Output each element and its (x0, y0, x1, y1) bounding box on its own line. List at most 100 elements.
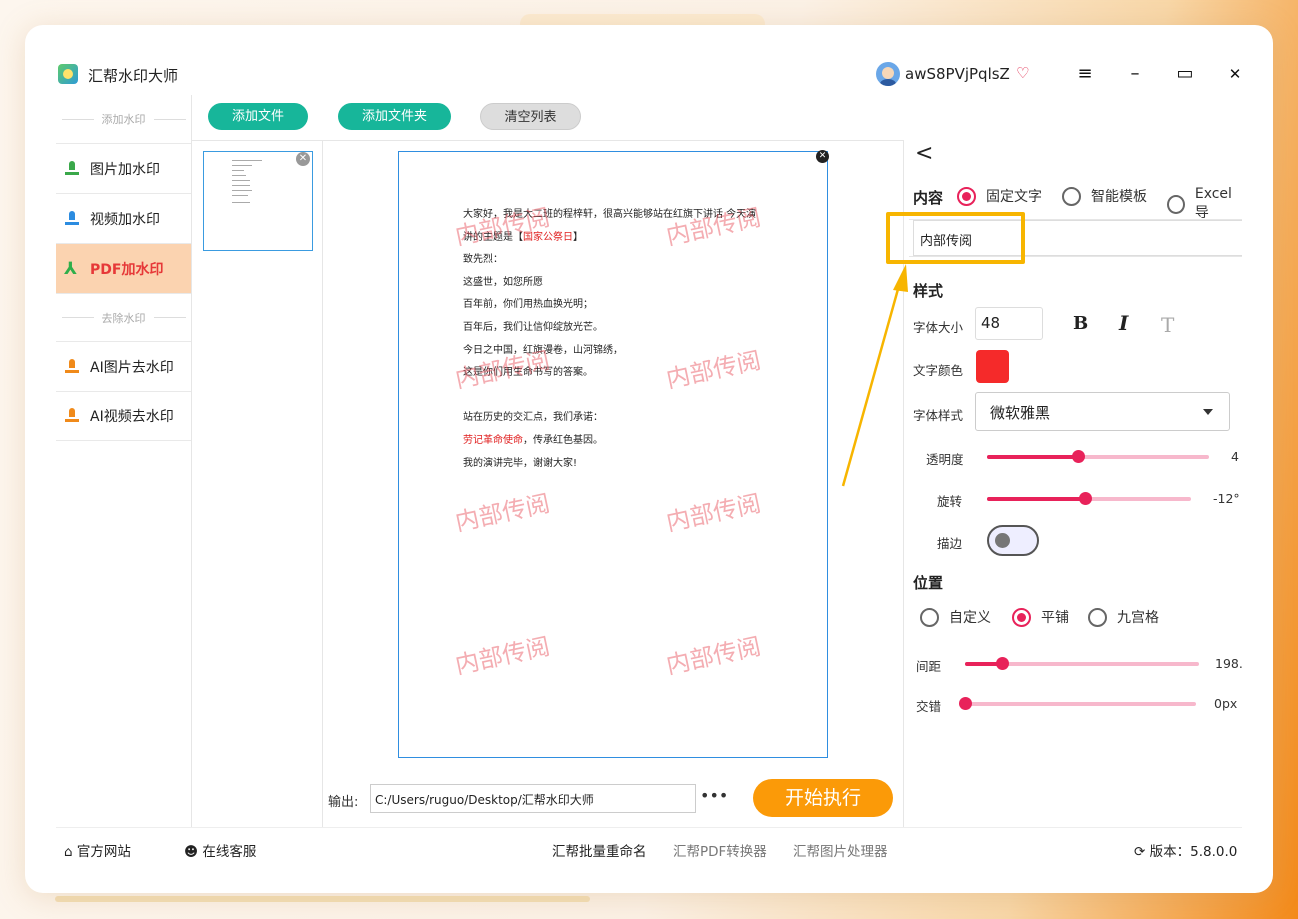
maximize-button[interactable]: ▭ (1170, 60, 1200, 88)
radio-circle-icon (1167, 194, 1185, 214)
watermark-text: 内部传阅 (452, 489, 553, 537)
radio-circle-icon (1088, 607, 1107, 627)
sidebar-item-label: AI图片去水印 (90, 359, 174, 376)
refresh-icon: ⟳ (1134, 844, 1146, 860)
close-preview-icon[interactable]: ✕ (816, 150, 829, 163)
offset-value: 0px (1214, 696, 1238, 711)
rotation-slider[interactable] (987, 492, 1191, 505)
slider-fill (987, 455, 1079, 459)
sidebar-item-image-watermark[interactable]: 图片加水印 (56, 143, 191, 193)
browse-more-icon[interactable]: ••• (700, 786, 728, 806)
output-path-field[interactable]: C:/Users/ruguo/Desktop/汇帮水印大师 (370, 784, 696, 813)
title-bar: 汇帮水印大师 awS8PVjPqlsZ ♡ ≡ – ▭ ✕ (56, 55, 1242, 95)
slider-fill (987, 497, 1085, 501)
image-watermark-icon (64, 160, 80, 178)
radio-label: 九宫格 (1117, 610, 1159, 626)
italic-button[interactable]: I (1119, 311, 1128, 335)
slider-knob[interactable] (1072, 450, 1086, 463)
radio-label: 自定义 (949, 610, 991, 626)
pdf-converter-link[interactable]: 汇帮PDF转换器 (673, 840, 767, 860)
document-line: 百年前，你们用热血换光明； (463, 294, 756, 317)
remove-file-icon[interactable]: ✕ (296, 152, 310, 166)
offset-label: 交错 (916, 699, 942, 714)
spacing-slider[interactable] (965, 657, 1199, 670)
sidebar-item-pdf-watermark[interactable]: ⅄ PDF加水印 (56, 243, 191, 293)
menu-icon[interactable]: ≡ (1070, 60, 1100, 88)
support-link[interactable]: ☻ 在线客服 (184, 840, 256, 860)
close-button[interactable]: ✕ (1220, 60, 1242, 88)
section-add-watermark: 添加水印 (56, 95, 191, 143)
document-line-text: 劳记革命使命 (463, 434, 523, 446)
version-info[interactable]: ⟳ 版本：5.8.0.0 (1134, 840, 1237, 860)
radio-custom[interactable]: 自定义 (920, 607, 991, 627)
slider-knob[interactable] (996, 657, 1010, 670)
radio-label: 固定文字 (986, 189, 1042, 205)
list-divider (322, 140, 323, 827)
start-button[interactable]: 开始执行 (753, 779, 893, 817)
app-logo-icon (58, 64, 78, 84)
document-line-text: 致先烈： (463, 254, 503, 266)
back-chevron-icon[interactable]: < (915, 143, 933, 165)
position-label: 位置 (913, 574, 944, 592)
radio-excel[interactable]: Excel导 (1167, 186, 1242, 222)
document-line-text: 我的演讲完毕，谢谢大家! (463, 457, 578, 469)
add-file-button[interactable]: 添加文件 (208, 103, 308, 130)
text-color-swatch[interactable] (976, 350, 1009, 383)
stroke-toggle[interactable] (987, 525, 1039, 556)
spacing-label: 间距 (916, 659, 942, 674)
website-link[interactable]: ⌂ 官方网站 (64, 840, 131, 860)
sidebar-item-label: 图片加水印 (90, 161, 160, 178)
spacing-value: 198. (1215, 656, 1242, 671)
bold-button[interactable]: B (1073, 313, 1088, 334)
add-folder-button[interactable]: 添加文件夹 (338, 103, 451, 130)
clear-list-button[interactable]: 清空列表 (480, 103, 581, 130)
radio-fixed-text[interactable]: 固定文字 (957, 186, 1042, 206)
document-line-text: 百年后，我们让信仰绽放光芒。 (463, 321, 603, 333)
watermark-text: 内部传阅 (452, 632, 553, 680)
rename-tool-link[interactable]: 汇帮批量重命名 (552, 840, 647, 860)
watermark-text: 内部传阅 (663, 632, 764, 680)
document-line-text: 】 (573, 231, 583, 243)
image-processor-link[interactable]: 汇帮图片处理器 (793, 840, 888, 860)
document-line: 站在历史的交汇点，我们承诺： (463, 407, 756, 430)
radio-smart-template[interactable]: 智能模板 (1062, 186, 1147, 206)
user-avatar[interactable] (876, 62, 900, 86)
text-effect-button[interactable]: T (1161, 313, 1174, 337)
slider-knob[interactable] (959, 697, 972, 710)
sidebar-item-ai-video-remove[interactable]: AI视频去水印 (56, 391, 191, 441)
username[interactable]: awS8PVjPqlsZ (905, 65, 1010, 83)
sidebar-item-ai-image-remove[interactable]: AI图片去水印 (56, 341, 191, 391)
radio-circle-icon (1062, 186, 1081, 206)
document-line-text: 大家好，我是大二班的程梓轩，很高兴能够站在红旗下讲话 今天演 (463, 209, 757, 220)
radio-tile[interactable]: 平铺 (1012, 607, 1069, 627)
slider-knob[interactable] (1078, 492, 1092, 505)
sidebar-item-label: AI视频去水印 (90, 409, 174, 425)
document-line: 大家好，我是大二班的程梓轩，很高兴能够站在红旗下讲话 今天演 (463, 204, 756, 227)
document-line-text: 今日之中国，红旗漫卷，山河锦绣， (463, 344, 623, 356)
minimize-button[interactable]: – (1120, 60, 1150, 88)
sidebar-item-label: 视频加水印 (90, 211, 160, 228)
document-line: 今日之中国，红旗漫卷，山河锦绣， (463, 340, 756, 363)
pdf-icon: ⅄ (64, 258, 77, 279)
sidebar: 添加水印 图片加水印 视频加水印 ⅄ PDF加水印 去除水印 AI图片去水印 A… (56, 95, 192, 827)
website-label: 官方网站 (76, 844, 131, 860)
radio-circle-icon (920, 607, 939, 627)
font-family-select[interactable]: 微软雅黑 (975, 392, 1230, 431)
offset-slider[interactable] (959, 697, 1196, 710)
vip-diamond-icon[interactable]: ♡ (1016, 64, 1029, 82)
radio-grid[interactable]: 九宫格 (1088, 607, 1159, 627)
ai-video-remove-icon (64, 407, 80, 425)
rotation-value: -12° (1213, 491, 1240, 506)
font-size-input[interactable]: 48 (975, 307, 1043, 340)
sidebar-item-label: PDF加水印 (90, 261, 164, 278)
radio-circle-icon (1012, 607, 1031, 627)
version-label: 版本：5.8.0.0 (1149, 844, 1238, 860)
watermark-text-input[interactable]: 内部传阅 (913, 220, 1242, 256)
document-line: 劳记革命使命，传承红色基因。 (463, 430, 756, 453)
style-label: 样式 (913, 282, 944, 300)
sidebar-item-video-watermark[interactable]: 视频加水印 (56, 193, 191, 243)
font-family-value: 微软雅黑 (990, 404, 1051, 422)
document-line-text: 这是你们用生命书写的答案。 (463, 367, 593, 379)
file-thumbnail[interactable] (203, 151, 313, 251)
opacity-slider[interactable] (987, 450, 1209, 463)
